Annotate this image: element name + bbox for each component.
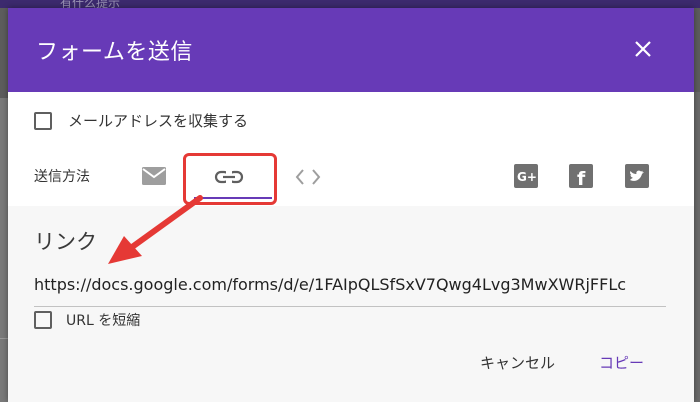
embed-code-icon[interactable] xyxy=(295,168,321,186)
collect-email-checkbox[interactable] xyxy=(34,111,52,130)
close-button[interactable] xyxy=(626,32,660,66)
collect-email-option[interactable]: メールアドレスを収集する xyxy=(34,110,248,131)
shorten-url-checkbox[interactable] xyxy=(34,311,52,329)
email-icon[interactable] xyxy=(141,166,167,186)
link-url-field[interactable]: https://docs.google.com/forms/d/e/1FAIpQ… xyxy=(34,272,666,307)
copy-button[interactable]: コピー xyxy=(599,352,644,373)
background-page-edge-right xyxy=(694,92,700,402)
dialog-title: フォームを送信 xyxy=(36,40,193,65)
shorten-url-label: URL を短縮 xyxy=(66,313,141,329)
background-page-edge xyxy=(0,98,8,402)
shorten-url-option[interactable]: URL を短縮 xyxy=(34,310,140,330)
close-icon xyxy=(635,41,651,57)
svg-text:f: f xyxy=(577,168,586,188)
dialog-header: フォームを送信 xyxy=(8,8,694,92)
google-plus-icon[interactable]: G+ xyxy=(514,164,538,188)
facebook-icon[interactable]: f xyxy=(569,164,593,188)
cancel-button[interactable]: キャンセル xyxy=(480,352,555,373)
twitter-icon[interactable] xyxy=(625,164,649,188)
red-arrow-annotation xyxy=(108,195,203,264)
background-app-bar: 有什么提示 xyxy=(0,0,700,10)
collect-email-label: メールアドレスを収集する xyxy=(68,112,249,130)
link-heading: リンク xyxy=(34,230,97,254)
svg-text:G+: G+ xyxy=(517,170,537,184)
send-form-dialog: フォームを送信 メールアドレスを収集する 送信方法 G+ f リンク https… xyxy=(8,8,694,402)
send-method-label: 送信方法 xyxy=(34,169,90,185)
